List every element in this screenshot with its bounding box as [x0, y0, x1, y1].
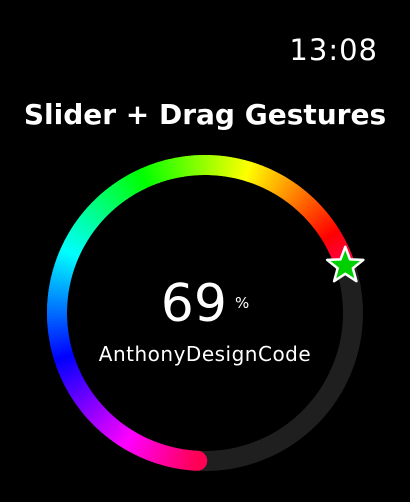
circular-slider[interactable]	[0, 0, 410, 502]
slider-value: 69	[160, 274, 227, 334]
value-display: 69 %	[0, 278, 410, 330]
slider-unit: %	[234, 294, 250, 312]
slider-caption: AnthonyDesignCode	[98, 342, 312, 366]
